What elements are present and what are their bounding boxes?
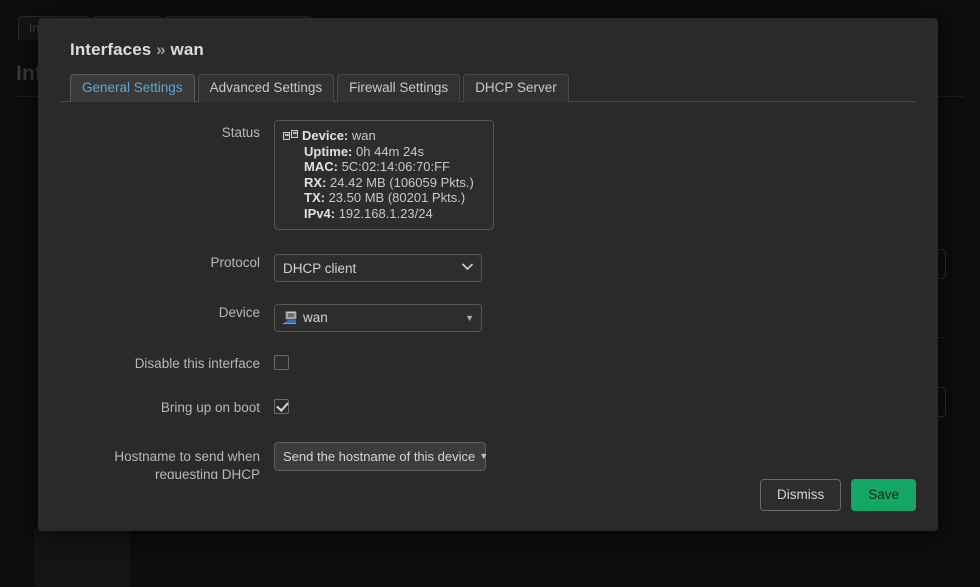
form-row-disable-interface: Disable this interface <box>60 354 916 372</box>
hostname-field: Send the hostname of this device ▼ <box>274 442 916 471</box>
bring-up-on-boot-label: Bring up on boot <box>60 398 274 416</box>
status-line-uptime: Uptime: 0h 44m 24s <box>283 144 481 160</box>
caret-down-icon: ▼ <box>465 314 474 323</box>
caret-down-icon-hostname: ▼ <box>479 452 488 461</box>
status-key-tx: TX: <box>304 190 325 205</box>
interface-status-box: Device: wan Uptime: 0h 44m 24s MAC: 5C:0… <box>274 120 494 230</box>
protocol-label: Protocol <box>60 254 274 271</box>
form-row-hostname: Hostname to send when requesting DHCP Se… <box>60 442 916 479</box>
protocol-select[interactable]: DHCP client <box>274 254 482 282</box>
hostname-label-line1: Hostname to send when <box>60 448 260 466</box>
status-field: Device: wan Uptime: 0h 44m 24s MAC: 5C:0… <box>274 120 916 230</box>
status-key-uptime: Uptime: <box>304 144 352 159</box>
modal-title-prefix: Interfaces <box>70 40 151 59</box>
form-row-protocol: Protocol DHCP client <box>60 254 916 282</box>
bring-up-on-boot-checkbox[interactable] <box>274 399 289 414</box>
form-row-status: Status Device: wan <box>60 120 916 230</box>
save-button[interactable]: Save <box>851 479 916 511</box>
status-label: Status <box>60 120 274 141</box>
device-field: wan ▼ <box>274 304 916 332</box>
status-line-mac: MAC: 5C:02:14:06:70:FF <box>283 159 481 175</box>
network-device-icon <box>282 311 297 325</box>
tab-general-settings[interactable]: General Settings <box>70 74 195 102</box>
hostname-label: Hostname to send when requesting DHCP <box>60 442 274 479</box>
device-label: Device <box>60 304 274 321</box>
dismiss-button[interactable]: Dismiss <box>760 479 841 511</box>
status-value-uptime: 0h 44m 24s <box>356 144 424 159</box>
device-value: wan <box>303 310 465 326</box>
modal-title: Interfaces » wan <box>70 40 916 60</box>
modal-tab-bar: General Settings Advanced Settings Firew… <box>70 74 916 102</box>
modal-footer: Dismiss Save <box>60 479 916 531</box>
device-select[interactable]: wan ▼ <box>274 304 482 332</box>
general-settings-form: Status Device: wan <box>60 102 916 479</box>
tab-dhcp-server[interactable]: DHCP Server <box>463 74 569 102</box>
form-row-bring-up-on-boot: Bring up on boot <box>60 398 916 416</box>
status-key-mac: MAC: <box>304 159 338 174</box>
disable-interface-field <box>274 354 916 372</box>
status-value-ipv4: 192.168.1.23/24 <box>339 206 433 221</box>
status-line-ipv4: IPv4: 192.168.1.23/24 <box>283 206 481 222</box>
background-card <box>34 527 130 587</box>
modal-title-separator: » <box>156 40 166 59</box>
bring-up-on-boot-field <box>274 398 916 416</box>
hostname-select[interactable]: Send the hostname of this device ▼ <box>274 442 486 471</box>
form-row-device: Device wan ▼ <box>60 304 916 332</box>
tab-firewall-settings[interactable]: Firewall Settings <box>337 74 460 102</box>
protocol-field: DHCP client <box>274 254 916 282</box>
disable-interface-label: Disable this interface <box>60 354 274 372</box>
status-value-mac: 5C:02:14:06:70:FF <box>342 159 450 174</box>
ethernet-icon <box>283 130 298 142</box>
interface-settings-modal: Interfaces » wan General Settings Advanc… <box>38 18 938 531</box>
disable-interface-checkbox[interactable] <box>274 355 289 370</box>
status-value-device: wan <box>352 128 376 143</box>
status-value-tx: 23.50 MB (80201 Pkts.) <box>329 190 466 205</box>
status-key-ipv4: IPv4: <box>304 206 335 221</box>
status-key-rx: RX: <box>304 175 326 190</box>
status-line-tx: TX: 23.50 MB (80201 Pkts.) <box>283 190 481 206</box>
hostname-value: Send the hostname of this device <box>283 449 475 465</box>
modal-title-name: wan <box>171 40 204 59</box>
status-value-rx: 24.42 MB (106059 Pkts.) <box>330 175 474 190</box>
status-key-device: Device: <box>302 128 348 143</box>
hostname-label-line2: requesting DHCP <box>60 466 260 479</box>
tab-advanced-settings[interactable]: Advanced Settings <box>198 74 335 102</box>
status-line-rx: RX: 24.42 MB (106059 Pkts.) <box>283 175 481 191</box>
status-line-device: Device: wan <box>283 128 481 144</box>
